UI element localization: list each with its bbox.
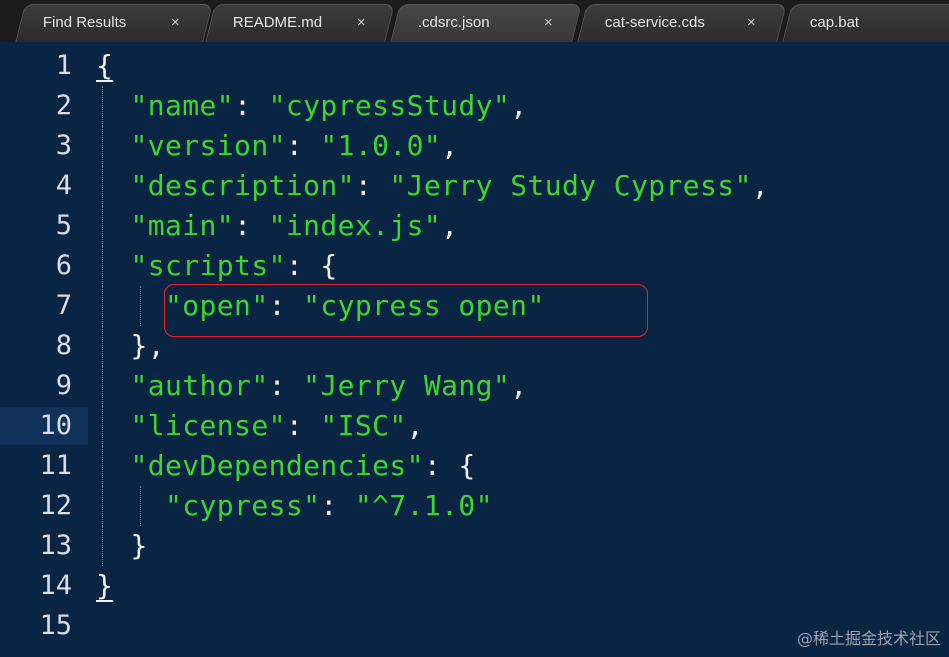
close-icon[interactable]: × <box>747 5 756 41</box>
tab-find-results[interactable]: Find Results × <box>15 4 213 42</box>
line-number: 12 <box>39 490 72 521</box>
tab-label: README.md <box>232 14 323 31</box>
code-line: 14 } <box>0 566 949 606</box>
tab-cat-service[interactable]: cat-service.cds × <box>577 4 787 42</box>
line-number: 11 <box>39 450 72 481</box>
line-number: 14 <box>39 570 72 601</box>
tab-cdsrc-json[interactable]: .cdsrc.json × <box>390 4 582 42</box>
tab-readme[interactable]: README.md × <box>205 4 395 42</box>
code-line: 4 "description": "Jerry Study Cypress", <box>0 166 949 206</box>
code-line: 5 "main": "index.js", <box>0 206 949 246</box>
watermark: @稀土掘金技术社区 <box>796 629 941 648</box>
code-line: 11 "devDependencies": { <box>0 446 949 486</box>
code-line: 3 "version": "1.0.0", <box>0 126 949 166</box>
line-number: 3 <box>55 130 72 161</box>
line-number: 6 <box>55 250 72 281</box>
line-number: 8 <box>55 330 72 361</box>
tab-label: cat-service.cds <box>604 14 705 31</box>
code-editor[interactable]: 1 { 2 "name": "cypressStudy", 3 "version… <box>0 42 949 657</box>
code-text: "version": "1.0.0", <box>130 129 459 162</box>
code-line: 1 { <box>0 46 949 86</box>
code-line-current: 10 "license": "ISC", <box>0 406 949 446</box>
code-text: "main": "index.js", <box>130 209 459 242</box>
code-line: 2 "name": "cypressStudy", <box>0 86 949 126</box>
tab-cap-bat[interactable]: cap.bat <box>782 4 949 42</box>
code-line: 6 "scripts": { <box>0 246 949 286</box>
tab-label: cap.bat <box>809 14 860 31</box>
line-number: 5 <box>55 210 72 241</box>
close-icon[interactable]: × <box>357 5 366 41</box>
line-number: 15 <box>39 610 72 641</box>
line-number: 9 <box>55 370 72 401</box>
code-text: "cypress": "^7.1.0" <box>165 489 493 522</box>
code-line: 9 "author": "Jerry Wang", <box>0 366 949 406</box>
tab-bar: Find Results × README.md × .cdsrc.json ×… <box>0 0 949 42</box>
code-text: "author": "Jerry Wang", <box>130 369 528 402</box>
code-text: } <box>130 529 148 562</box>
close-icon[interactable]: × <box>171 5 180 41</box>
line-number: 7 <box>55 290 72 321</box>
line-number: 4 <box>55 170 72 201</box>
line-number: 10 <box>39 410 72 441</box>
code-text: "description": "Jerry Study Cypress", <box>130 169 770 202</box>
highlight-box <box>164 284 648 337</box>
line-number: 2 <box>55 90 72 121</box>
code-line: 13 } <box>0 526 949 566</box>
tab-label: .cdsrc.json <box>417 14 490 31</box>
line-number: 13 <box>39 530 72 561</box>
code-text: "scripts": { <box>130 249 338 282</box>
code-text: { <box>96 49 114 82</box>
code-text: } <box>96 569 114 602</box>
tab-label: Find Results <box>42 14 127 31</box>
code-line: 12 "cypress": "^7.1.0" <box>0 486 949 526</box>
code-text: }, <box>130 329 166 362</box>
code-text: "devDependencies": { <box>130 449 476 482</box>
close-icon[interactable]: × <box>544 5 553 41</box>
code-text: "name": "cypressStudy", <box>130 89 528 122</box>
line-number: 1 <box>55 50 72 81</box>
code-text: "license": "ISC", <box>130 409 424 442</box>
